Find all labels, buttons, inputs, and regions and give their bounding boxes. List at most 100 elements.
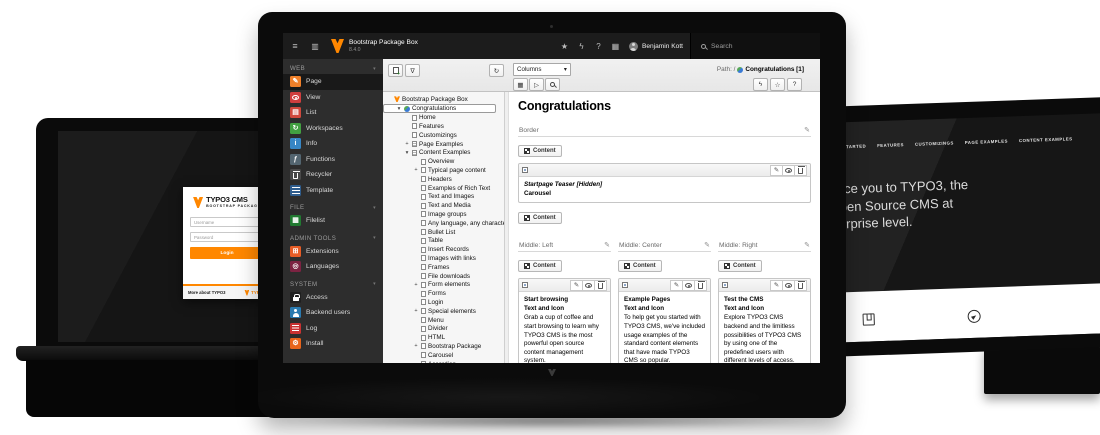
tree-item-menu[interactable]: Menu (383, 316, 504, 325)
module-access[interactable]: Access (283, 290, 383, 306)
add-content-button[interactable]: Content (518, 260, 562, 272)
more-about-typo3-link[interactable]: More about TYPO3 (188, 290, 225, 295)
tree-item-content-examples[interactable]: ▾Content Examples (383, 148, 504, 157)
refresh-button[interactable]: ↻ (489, 64, 504, 77)
add-content-button[interactable]: Content (618, 260, 662, 272)
tree-item-customizings[interactable]: Customizings (383, 131, 504, 140)
module-info[interactable]: iInfo (283, 136, 383, 152)
login-button[interactable]: Login (190, 247, 264, 259)
module-template[interactable]: Template (283, 183, 383, 199)
tree-toggle-icon[interactable]: ▾ (396, 106, 402, 112)
clear-cache-bolt-icon[interactable]: ϟ (573, 33, 590, 59)
tree-item-features[interactable]: Features (383, 122, 504, 131)
tree-item-html[interactable]: HTML (383, 333, 504, 342)
tree-item-divider[interactable]: Divider (383, 324, 504, 333)
view-mode-select[interactable]: Columns▾ (513, 63, 571, 76)
tree-item-home[interactable]: Home (383, 113, 504, 122)
password-field[interactable] (190, 232, 264, 242)
add-content-button[interactable]: Content (718, 260, 762, 272)
tree-item-table[interactable]: Table (383, 236, 504, 245)
nav-content-examples[interactable]: CONTENT EXAMPLES (1019, 136, 1073, 143)
site-nav: GET STARTEDFEATURESCUSTOMIZINGSPAGE EXAM… (831, 136, 1073, 149)
edit-column-icon[interactable]: ✎ (804, 126, 810, 134)
tree-toggle-icon[interactable]: + (404, 141, 410, 147)
help-button[interactable]: ? (787, 78, 802, 91)
new-page-icon (393, 67, 399, 74)
global-search[interactable]: Search (690, 33, 820, 59)
help-icon[interactable]: ? (590, 33, 607, 59)
tree-toggle-icon[interactable]: + (413, 308, 419, 314)
tree-item-overview[interactable]: Overview (383, 157, 504, 166)
module-filelist[interactable]: ▦Filelist (283, 213, 383, 229)
tree-item-form-elements[interactable]: +Form elements (383, 280, 504, 289)
nav-page-examples[interactable]: PAGE EXAMPLES (965, 139, 1008, 146)
tree-item-login[interactable]: Login (383, 298, 504, 307)
menu-toggle-icon[interactable]: ≡ (283, 33, 307, 59)
module-functions[interactable]: ƒFunctions (283, 152, 383, 168)
bookmark-star-icon[interactable]: ★ (556, 33, 573, 59)
tree-item-frames[interactable]: Frames (383, 263, 504, 272)
edit-column-icon[interactable]: ✎ (604, 241, 610, 249)
tree-item-special-elements[interactable]: +Special elements (383, 307, 504, 316)
tree-item-image-groups[interactable]: Image groups (383, 210, 504, 219)
module-page[interactable]: ✎Page (283, 74, 383, 90)
tree-item-label: Text and Media (428, 202, 471, 209)
search-label: Search (711, 43, 733, 50)
pagetree-toggle-icon[interactable]: ▥ (307, 33, 323, 59)
tree-item-bullet-list[interactable]: Bullet List (383, 228, 504, 237)
tree-item-headers[interactable]: Headers (383, 175, 504, 184)
tree-item-carousel[interactable]: Carousel (383, 351, 504, 360)
tree-item-text-and-images[interactable]: Text and Images (383, 192, 504, 201)
workspace-grid-icon[interactable]: ▦ (607, 33, 624, 59)
tree-toggle-icon[interactable]: + (413, 167, 419, 173)
edit-column-icon[interactable]: ✎ (704, 241, 710, 249)
username-label[interactable]: Benjamin Kott (642, 43, 683, 50)
delete-icon[interactable] (694, 280, 707, 291)
nav-customizings[interactable]: CUSTOMIZINGS (915, 140, 954, 146)
search-content-button[interactable] (545, 78, 560, 91)
module-backend-users[interactable]: Backend users (283, 305, 383, 321)
module-view[interactable]: View (283, 90, 383, 106)
add-content-button[interactable]: Content (518, 145, 562, 157)
module-install[interactable]: ⚙Install (283, 336, 383, 352)
module-languages[interactable]: ◎Languages (283, 259, 383, 275)
username-field[interactable] (190, 217, 264, 227)
filter-button[interactable]: ∇ (405, 64, 420, 77)
tree-item-typical-page-content[interactable]: +Typical page content (383, 166, 504, 175)
module-log[interactable]: Log (283, 321, 383, 337)
tree-item-file-downloads[interactable]: File downloads (383, 272, 504, 281)
module-list[interactable]: ▤List (283, 105, 383, 121)
add-content-button[interactable]: Content (518, 212, 562, 224)
module-extensions[interactable]: ⊞Extensions (283, 244, 383, 260)
tree-item-congratulations[interactable]: ▾Congratulations (383, 104, 496, 114)
module-recycler[interactable]: Recycler (283, 167, 383, 183)
tree-item-images-with-links[interactable]: Images with links (383, 254, 504, 263)
delete-icon[interactable] (594, 280, 607, 291)
tree-item-examples-of-rich-text[interactable]: Examples of Rich Text (383, 184, 504, 193)
tree-toggle-icon[interactable]: + (413, 343, 419, 349)
tree-item-text-and-media[interactable]: Text and Media (383, 201, 504, 210)
tree-item-bootstrap-package-box[interactable]: Bootstrap Package Box (383, 95, 504, 104)
user-avatar[interactable] (629, 42, 638, 51)
preview-button[interactable]: ▷ (529, 78, 544, 91)
tree-item-accordion[interactable]: Accordion (383, 360, 504, 363)
new-page-button[interactable] (388, 64, 403, 77)
cache-bolt-button[interactable]: ϟ (753, 78, 768, 91)
tree-item-insert-records[interactable]: Insert Records (383, 245, 504, 254)
module-workspaces[interactable]: ↻Workspaces (283, 121, 383, 137)
tree-item-page-examples[interactable]: +Page Examples (383, 140, 504, 149)
layout-view-button[interactable]: ▦ (513, 78, 528, 91)
bookmark-button[interactable]: ☆ (770, 78, 785, 91)
delete-icon[interactable] (794, 165, 807, 176)
content-type-icon (722, 282, 728, 288)
element-preview: Test the CMSText and IconExplore TYPO3 C… (719, 292, 810, 363)
tree-toggle-icon[interactable]: + (413, 282, 419, 288)
nav-features[interactable]: FEATURES (877, 142, 904, 148)
site-title-block: Bootstrap Package Box 8.4.0 (349, 39, 418, 53)
tree-item-forms[interactable]: Forms (383, 289, 504, 298)
edit-column-icon[interactable]: ✎ (804, 241, 810, 249)
tree-item-bootstrap-package[interactable]: +Bootstrap Package (383, 342, 504, 351)
delete-icon[interactable] (794, 280, 807, 291)
tree-toggle-icon[interactable]: ▾ (404, 150, 410, 156)
tree-item-any-language-any-character[interactable]: Any language, any character (383, 219, 504, 228)
